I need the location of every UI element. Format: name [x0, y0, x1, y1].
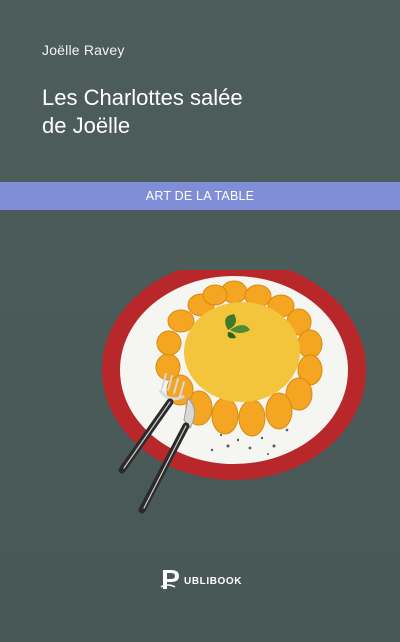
publisher-logo: UBLIBOOK — [160, 566, 242, 592]
category-band: ART DE LA TABLE — [0, 182, 400, 210]
title-line-2: de Joëlle — [42, 113, 131, 138]
charlotte-top — [184, 302, 300, 402]
plate-with-charlotte-illustration — [102, 260, 377, 525]
publibook-logo-icon — [160, 570, 179, 589]
author-name: Joëlle Ravey — [42, 42, 125, 58]
category-label: ART DE LA TABLE — [145, 189, 255, 203]
publisher-name: UBLIBOOK — [184, 575, 243, 587]
book-title: Les Charlottes salée de Joëlle — [42, 84, 362, 140]
title-line-1: Les Charlottes salée — [42, 85, 243, 110]
book-cover: Joëlle Ravey Les Charlottes salée de Joë… — [0, 0, 400, 642]
plate-illustration-svg — [102, 260, 366, 514]
